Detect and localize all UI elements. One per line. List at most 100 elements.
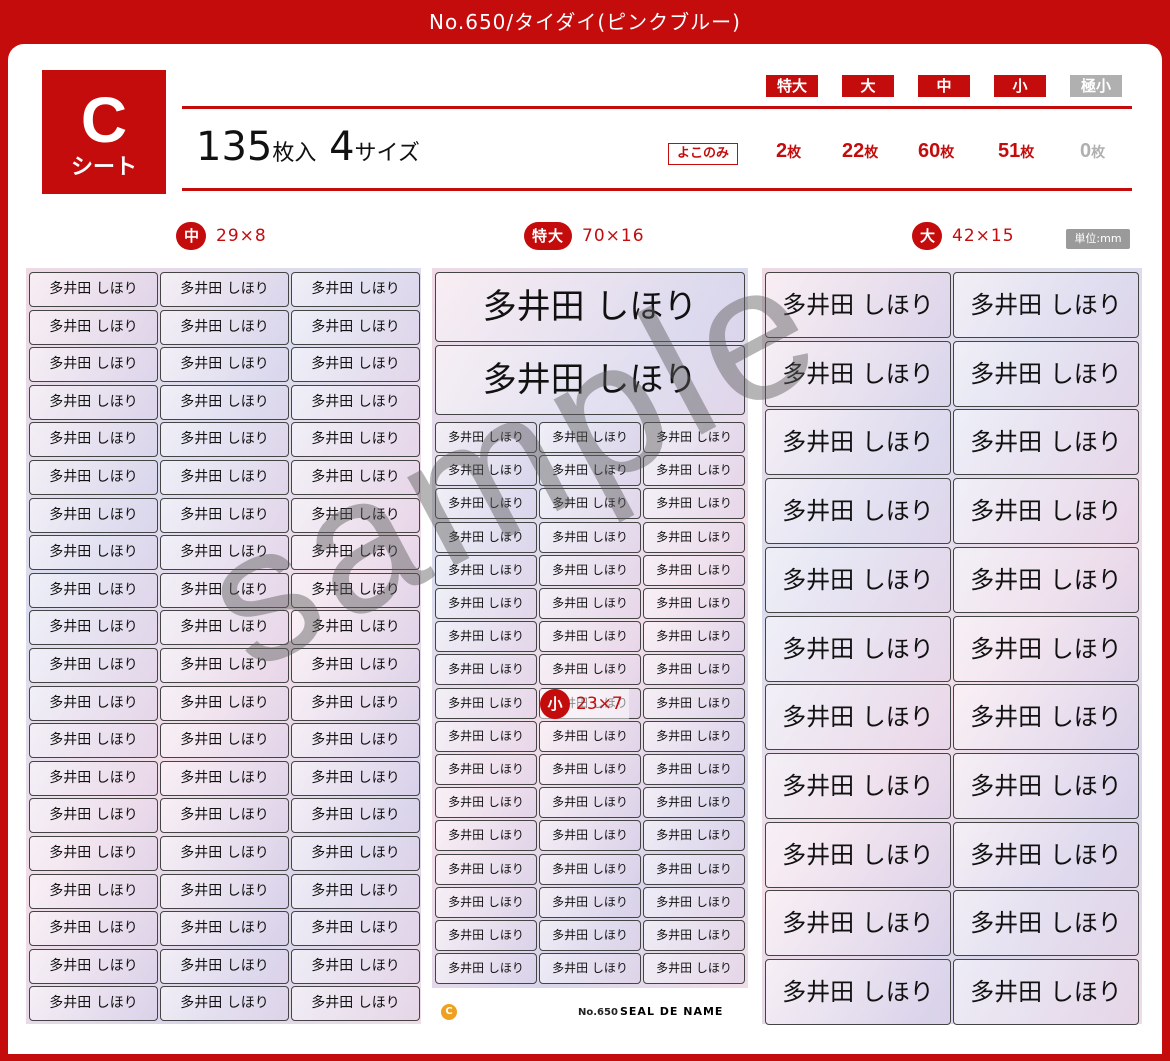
label-small: 多井田 しほり — [643, 920, 745, 951]
sheet-type-letter: C — [80, 84, 128, 156]
qty-xsmall: 0枚 — [1080, 140, 1105, 163]
label-medium: 多井田 しほり — [29, 948, 158, 984]
header-rule-top — [182, 106, 1132, 109]
label-small: 多井田 しほり — [539, 820, 641, 852]
qty-large: 22枚 — [842, 140, 878, 163]
label-small: 多井田 しほり — [539, 422, 641, 453]
label-small: 多井田 しほり — [643, 886, 745, 918]
label-small: 多井田 しほり — [539, 455, 641, 487]
label-medium: 多井田 しほり — [29, 873, 158, 909]
label-medium: 多井田 しほり — [29, 685, 158, 721]
label-large: 多井田 しほり — [953, 272, 1139, 338]
label-medium: 多井田 しほり — [160, 986, 289, 1022]
qty-unit: 枚 — [787, 144, 802, 160]
sheet-type-badge: C シート — [42, 70, 166, 194]
label-medium: 多井田 しほり — [29, 798, 158, 834]
label-small: 多井田 しほり — [643, 554, 745, 586]
section-head-large: 大 42×15 — [912, 222, 1015, 250]
label-large: 多井田 しほり — [765, 546, 951, 613]
label-small: 多井田 しほり — [435, 488, 537, 520]
label-small: 多井田 しほり — [539, 488, 641, 520]
label-small: 多井田 しほり — [435, 654, 537, 686]
label-large: 多井田 しほり — [953, 615, 1139, 682]
label-large: 多井田 しほり — [765, 478, 951, 545]
label-large: 多井田 しほり — [765, 821, 951, 888]
section-head-small: 小 23×7 — [540, 689, 629, 719]
label-medium: 多井田 しほり — [291, 873, 420, 909]
label-medium: 多井田 しほり — [160, 911, 289, 947]
label-medium: 多井田 しほり — [29, 572, 158, 608]
label-medium: 多井田 しほり — [291, 460, 420, 495]
count-summary: 135枚入 4サイズ — [196, 124, 420, 170]
label-medium: 多井田 しほり — [29, 648, 158, 683]
qty-num: 0 — [1080, 140, 1092, 162]
section-dims-xlarge: 70×16 — [582, 226, 645, 246]
label-small: 多井田 しほり — [435, 687, 537, 719]
label-medium: 多井田 しほり — [160, 535, 289, 571]
label-small: 多井田 しほり — [643, 521, 745, 553]
qty-medium: 60枚 — [918, 140, 954, 163]
label-small: 多井田 しほり — [539, 621, 641, 653]
label-medium: 多井田 しほり — [160, 309, 289, 345]
section-dims-large: 42×15 — [952, 226, 1015, 246]
label-medium: 多井田 しほり — [160, 798, 289, 834]
label-small: 多井田 しほり — [539, 654, 641, 686]
label-large: 多井田 しほり — [953, 684, 1139, 751]
label-small: 多井田 しほり — [643, 953, 745, 985]
label-medium: 多井田 しほり — [291, 986, 420, 1022]
label-small: 多井田 しほり — [435, 621, 537, 653]
label-medium: 多井田 しほり — [291, 648, 420, 683]
label-medium: 多井田 しほり — [160, 384, 289, 420]
label-medium: 多井田 しほり — [160, 723, 289, 759]
qty-num: 60 — [918, 140, 941, 162]
sizes-number: 4 — [329, 124, 355, 170]
label-medium: 多井田 しほり — [291, 723, 420, 759]
label-small: 多井田 しほり — [643, 820, 745, 852]
size-tag-xsmall: 極小 — [1070, 75, 1122, 97]
label-small: 多井田 しほり — [539, 920, 641, 951]
label-medium: 多井田 しほり — [29, 535, 158, 571]
label-small: 多井田 しほり — [539, 886, 641, 918]
section-head-medium: 中 29×8 — [176, 222, 267, 250]
label-small: 多井田 しほり — [643, 853, 745, 885]
section-dims-medium: 29×8 — [216, 226, 267, 246]
label-medium: 多井田 しほり — [160, 272, 289, 307]
label-small: 多井田 しほり — [435, 886, 537, 918]
footer-c-icon: C — [441, 1004, 457, 1020]
size-tag-xlarge: 特大 — [766, 75, 818, 97]
label-large: 多井田 しほり — [765, 684, 951, 751]
label-large: 多井田 しほり — [765, 409, 951, 476]
label-medium: 多井田 しほり — [291, 422, 420, 458]
label-large: 多井田 しほり — [765, 340, 951, 407]
label-medium: 多井田 しほり — [291, 798, 420, 834]
label-medium: 多井田 しほり — [160, 460, 289, 495]
label-large: 多井田 しほり — [765, 272, 951, 338]
qty-num: 2 — [776, 140, 788, 162]
label-medium: 多井田 しほり — [291, 836, 420, 871]
label-small: 多井田 しほり — [539, 754, 641, 785]
label-large: 多井田 しほり — [953, 959, 1139, 1025]
section-tag-xlarge: 特大 — [524, 222, 573, 250]
section-head-xlarge: 特大 70×16 — [524, 222, 645, 250]
qty-unit: 枚 — [1020, 144, 1035, 160]
label-large: 多井田 しほり — [953, 821, 1139, 888]
label-small: 多井田 しほり — [643, 654, 745, 686]
label-medium: 多井田 しほり — [160, 836, 289, 871]
size-tag-small: 小 — [994, 75, 1046, 97]
label-large: 多井田 しほり — [953, 752, 1139, 819]
label-medium: 多井田 しほり — [29, 272, 158, 307]
label-small: 多井田 しほり — [539, 787, 641, 819]
qty-small: 51枚 — [998, 140, 1034, 163]
label-large: 多井田 しほり — [953, 890, 1139, 957]
label-small: 多井田 しほり — [539, 953, 641, 985]
label-medium: 多井田 しほり — [29, 723, 158, 759]
label-small: 多井田 しほり — [643, 488, 745, 520]
label-small: 多井田 しほり — [643, 588, 745, 619]
qty-unit: 枚 — [1091, 144, 1106, 160]
label-medium: 多井田 しほり — [160, 572, 289, 608]
label-small: 多井田 しほり — [539, 853, 641, 885]
label-large: 多井田 しほり — [765, 890, 951, 957]
label-small: 多井田 しほり — [643, 687, 745, 719]
label-medium: 多井田 しほり — [29, 836, 158, 871]
qty-num: 22 — [842, 140, 865, 162]
